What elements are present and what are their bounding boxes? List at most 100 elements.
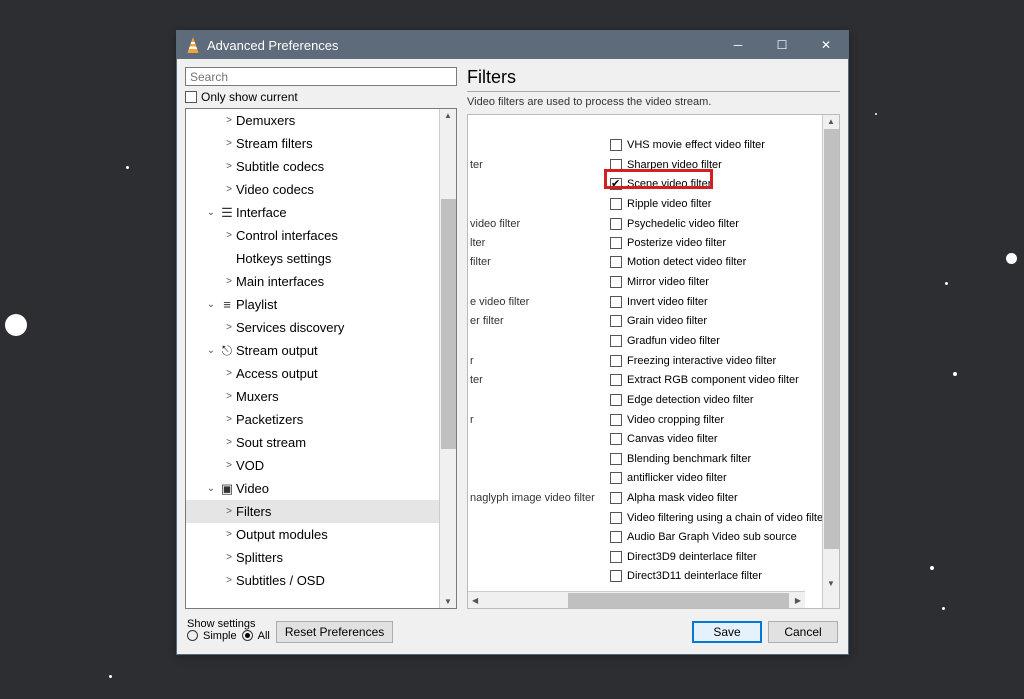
tree-item-hotkeys-settings[interactable]: Hotkeys settings xyxy=(186,247,439,270)
checkbox-icon[interactable] xyxy=(610,276,622,288)
checkbox-icon[interactable] xyxy=(610,218,622,230)
checkbox-icon[interactable] xyxy=(610,198,622,210)
filter-checkbox-mirror-video-filter[interactable]: Mirror video filter xyxy=(610,272,709,291)
left-label-fragment: filter xyxy=(470,252,491,271)
checkbox-icon[interactable] xyxy=(610,178,622,190)
advanced-preferences-window: Advanced Preferences ─ ☐ ✕ Only show cur… xyxy=(176,30,849,655)
filter-checkbox-psychedelic-video-filter[interactable]: Psychedelic video filter xyxy=(610,214,739,233)
filter-checkbox-sharpen-video-filter[interactable]: Sharpen video filter xyxy=(610,155,722,174)
filter-checkbox-direct3d11-deinterlace-filter[interactable]: Direct3D11 deinterlace filter xyxy=(610,566,762,585)
checkbox-icon[interactable] xyxy=(610,374,622,386)
cancel-button[interactable]: Cancel xyxy=(768,621,838,643)
checkbox-label: Direct3D11 deinterlace filter xyxy=(627,570,762,582)
checkbox-icon[interactable] xyxy=(610,394,622,406)
checkbox-label: Extract RGB component video filter xyxy=(627,374,799,386)
filter-checkbox-invert-video-filter[interactable]: Invert video filter xyxy=(610,292,708,311)
titlebar[interactable]: Advanced Preferences ─ ☐ ✕ xyxy=(177,31,848,59)
tree-item-stream-output[interactable]: ⌄⎋Stream output xyxy=(186,339,439,362)
tree-item-control-interfaces[interactable]: >Control interfaces xyxy=(186,224,439,247)
filter-checkbox-gradfun-video-filter[interactable]: Gradfun video filter xyxy=(610,331,720,350)
filter-checkbox-antiflicker-video-filter[interactable]: antiflicker video filter xyxy=(610,468,727,487)
filter-checkbox-freezing-interactive-video-filter[interactable]: Freezing interactive video filter xyxy=(610,351,776,370)
filter-checkbox-ripple-video-filter[interactable]: Ripple video filter xyxy=(610,194,711,213)
left-label-fragment: r xyxy=(470,351,474,370)
tree-item-video-codecs[interactable]: >Video codecs xyxy=(186,178,439,201)
tree-item-subtitles-osd[interactable]: >Subtitles / OSD xyxy=(186,569,439,592)
show-settings-all-radio[interactable] xyxy=(242,630,253,641)
filter-checkbox-motion-detect-video-filter[interactable]: Motion detect video filter xyxy=(610,252,746,271)
tree-item-subtitle-codecs[interactable]: >Subtitle codecs xyxy=(186,155,439,178)
tree-item-services-discovery[interactable]: >Services discovery xyxy=(186,316,439,339)
filter-checkbox-scene-video-filter[interactable]: Scene video filter xyxy=(610,174,711,193)
left-label-fragment: r xyxy=(470,410,474,429)
tree-item-access-output[interactable]: >Access output xyxy=(186,362,439,385)
show-settings-simple-radio[interactable] xyxy=(187,630,198,641)
filter-checkbox-video-cropping-filter[interactable]: Video cropping filter xyxy=(610,410,724,429)
only-show-current-checkbox[interactable]: Only show current xyxy=(185,90,457,104)
filter-checkbox-posterize-video-filter[interactable]: Posterize video filter xyxy=(610,233,726,252)
checkbox-icon[interactable] xyxy=(610,315,622,327)
tree-item-playlist[interactable]: ⌄≡Playlist xyxy=(186,293,439,316)
checkbox-icon[interactable] xyxy=(610,139,622,151)
filter-checkbox-grain-video-filter[interactable]: Grain video filter xyxy=(610,311,707,330)
checkbox-label: Canvas video filter xyxy=(627,433,718,445)
checkbox-icon[interactable] xyxy=(610,433,622,445)
tree-item-packetizers[interactable]: >Packetizers xyxy=(186,408,439,431)
checkbox-icon[interactable] xyxy=(610,512,622,524)
checkbox-icon[interactable] xyxy=(610,159,622,171)
panel-title: Filters xyxy=(467,67,840,92)
checkbox-label: Alpha mask video filter xyxy=(627,492,738,504)
filter-checkbox-canvas-video-filter[interactable]: Canvas video filter xyxy=(610,429,718,448)
checkbox-icon[interactable] xyxy=(610,551,622,563)
save-button[interactable]: Save xyxy=(692,621,762,643)
tree-item-output-modules[interactable]: >Output modules xyxy=(186,523,439,546)
tree-item-muxers[interactable]: >Muxers xyxy=(186,385,439,408)
filter-checkbox-video-filtering-using-a-chain-of-video-filter-modules[interactable]: Video filtering using a chain of video f… xyxy=(610,508,822,527)
tree-item-interface[interactable]: ⌄☰Interface xyxy=(186,201,439,224)
horizontal-scrollbar[interactable]: ◀ ▶ xyxy=(468,591,805,608)
filter-checkbox-audio-bar-graph-video-sub-source[interactable]: Audio Bar Graph Video sub source xyxy=(610,527,797,546)
tree-item-sout-stream[interactable]: >Sout stream xyxy=(186,431,439,454)
checkbox-icon[interactable] xyxy=(610,453,622,465)
tree-item-vod[interactable]: >VOD xyxy=(186,454,439,477)
tree-scrollbar[interactable]: ▲ ▼ xyxy=(439,109,456,608)
reset-preferences-button[interactable]: Reset Preferences xyxy=(276,621,393,643)
filter-checkbox-vhs-movie-effect-video-filter[interactable]: VHS movie effect video filter xyxy=(610,135,765,154)
checkbox-icon[interactable] xyxy=(610,335,622,347)
chevron-icon: ⌄ xyxy=(204,207,218,218)
tree-item-label: Demuxers xyxy=(236,113,295,128)
checkbox-label: Motion detect video filter xyxy=(627,256,746,268)
checkbox-icon[interactable] xyxy=(610,256,622,268)
checkbox-icon[interactable] xyxy=(610,414,622,426)
tree-item-main-interfaces[interactable]: >Main interfaces xyxy=(186,270,439,293)
checkbox-icon[interactable] xyxy=(610,531,622,543)
tree-item-video[interactable]: ⌄▣Video xyxy=(186,477,439,500)
filter-checkbox-edge-detection-video-filter[interactable]: Edge detection video filter xyxy=(610,390,754,409)
tree-item-label: Main interfaces xyxy=(236,274,324,289)
search-input[interactable] xyxy=(185,67,457,86)
filter-checkbox-extract-rgb-component-video-filter[interactable]: Extract RGB component video filter xyxy=(610,370,799,389)
tree-item-splitters[interactable]: >Splitters xyxy=(186,546,439,569)
chevron-icon: ⌄ xyxy=(204,345,218,356)
tree-item-demuxers[interactable]: >Demuxers xyxy=(186,109,439,132)
checkbox-icon[interactable] xyxy=(610,237,622,249)
show-settings-simple-label: Simple xyxy=(203,630,237,642)
checkbox-icon[interactable] xyxy=(610,296,622,308)
filter-checkbox-direct3d9-deinterlace-filter[interactable]: Direct3D9 deinterlace filter xyxy=(610,547,757,566)
tree-item-filters[interactable]: >Filters xyxy=(186,500,439,523)
only-show-current-box[interactable] xyxy=(185,91,197,103)
checkbox-icon[interactable] xyxy=(610,472,622,484)
tree-item-stream-filters[interactable]: >Stream filters xyxy=(186,132,439,155)
checkbox-icon[interactable] xyxy=(610,355,622,367)
checkbox-icon[interactable] xyxy=(610,492,622,504)
filter-checkbox-alpha-mask-video-filter[interactable]: Alpha mask video filter xyxy=(610,488,738,507)
chevron-icon: > xyxy=(222,552,236,563)
close-button[interactable]: ✕ xyxy=(804,31,848,59)
checkbox-icon[interactable] xyxy=(610,570,622,582)
maximize-button[interactable]: ☐ xyxy=(760,31,804,59)
minimize-button[interactable]: ─ xyxy=(716,31,760,59)
vertical-scrollbar[interactable]: ▲ ▼ xyxy=(822,115,839,608)
filter-checkbox-blending-benchmark-filter[interactable]: Blending benchmark filter xyxy=(610,449,751,468)
chevron-icon: > xyxy=(222,529,236,540)
chevron-icon: > xyxy=(222,161,236,172)
